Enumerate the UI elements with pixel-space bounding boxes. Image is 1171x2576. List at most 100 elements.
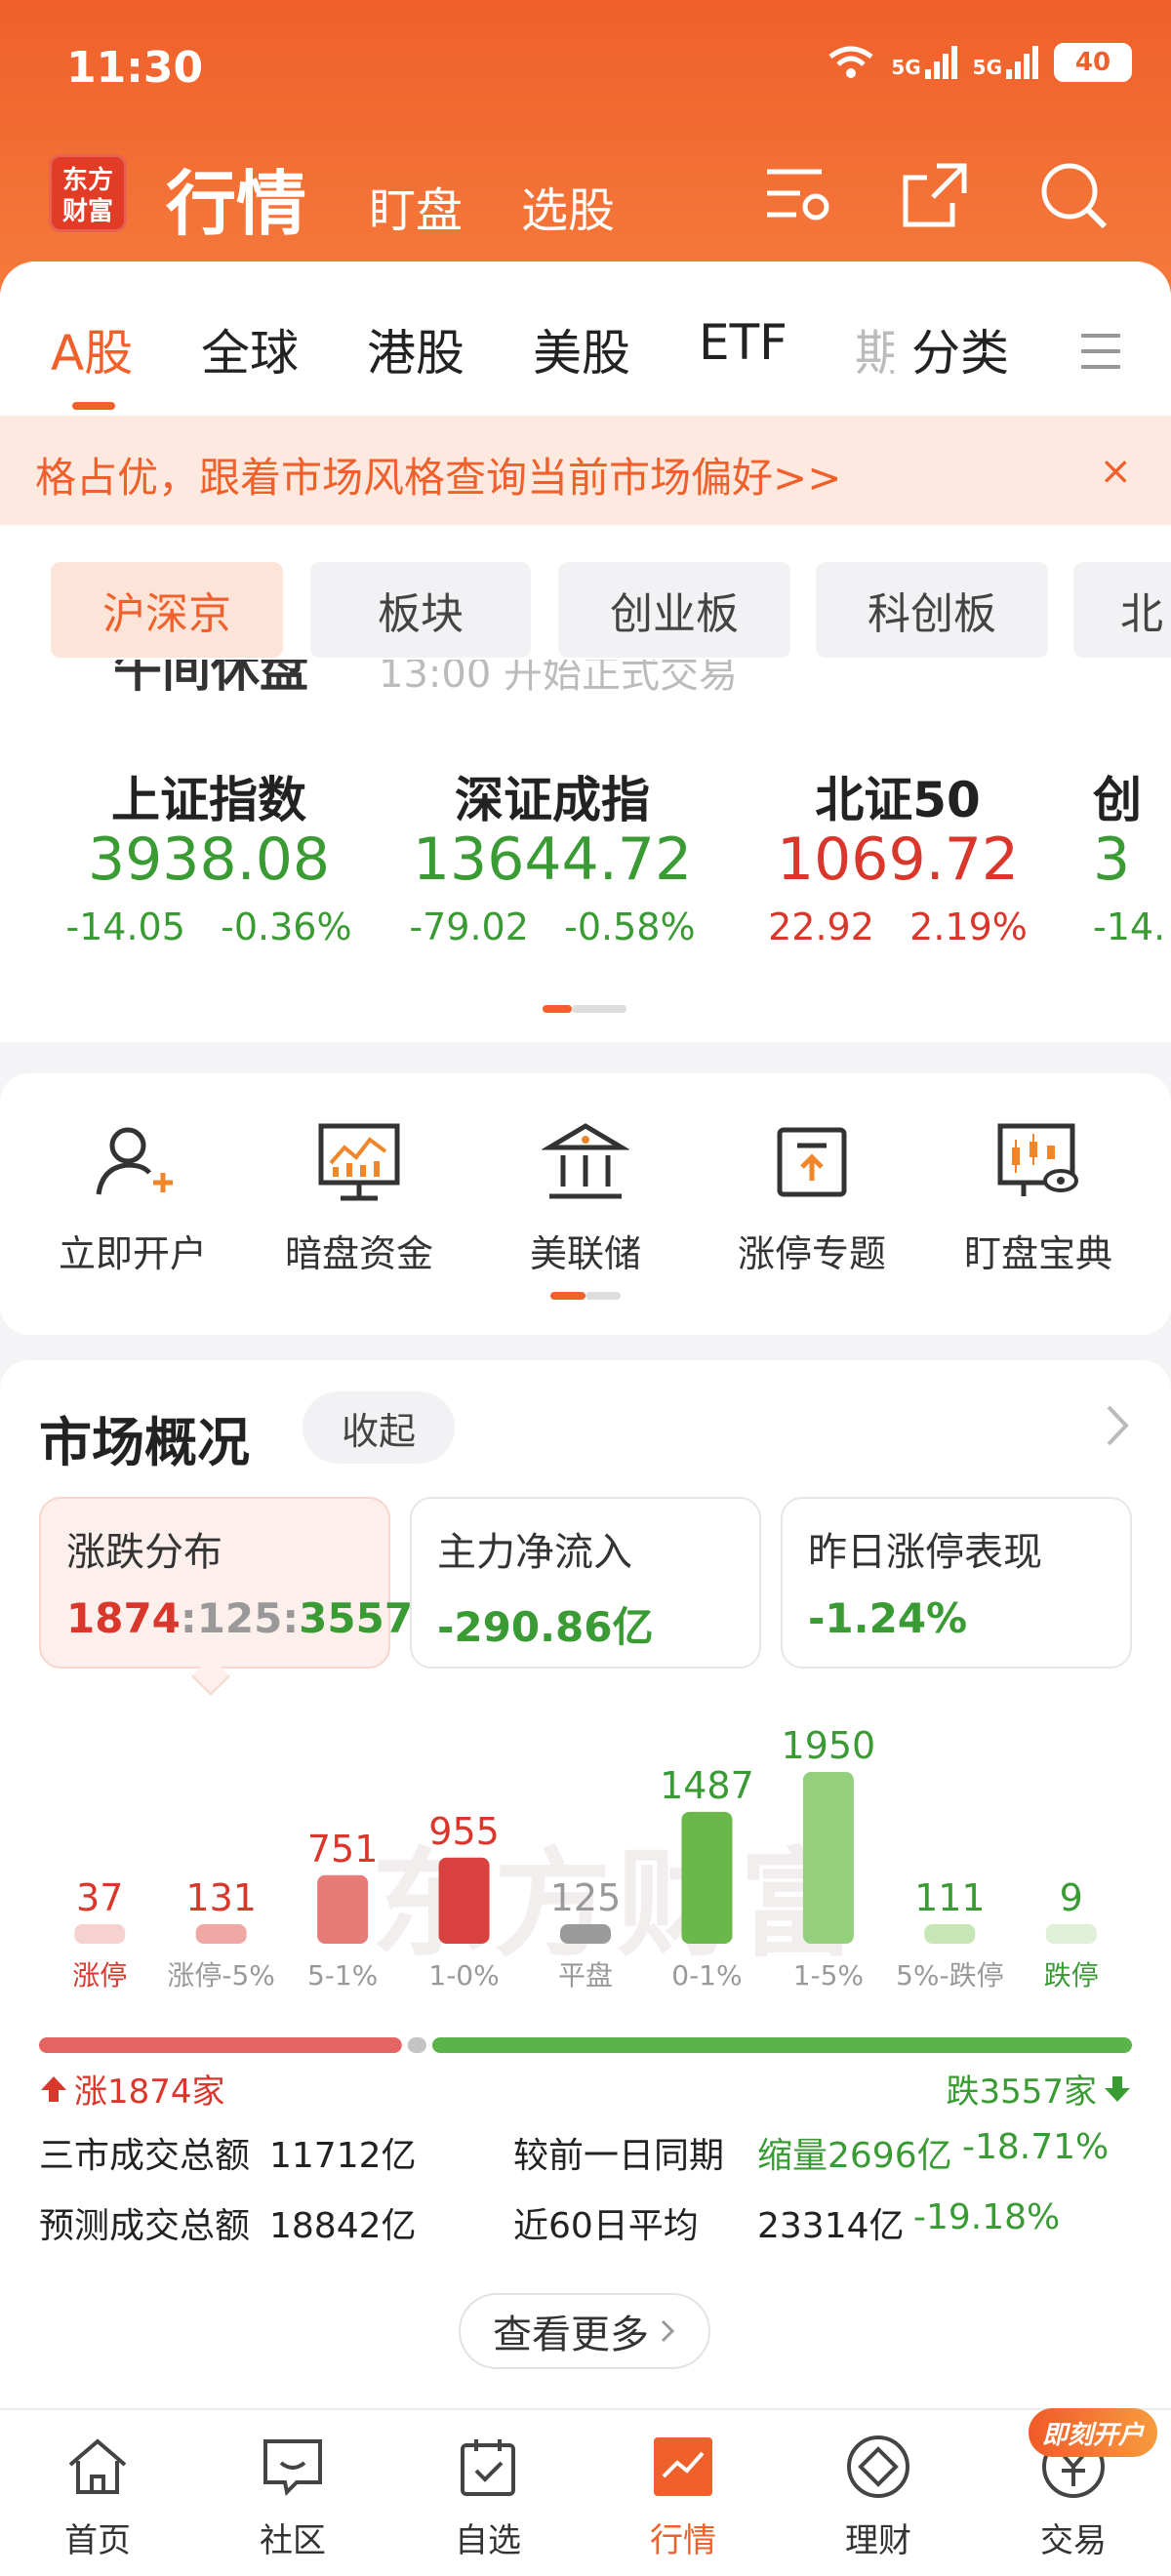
chat-icon (263, 2439, 322, 2497)
market-overview: 市场概况 收起 涨跌分布 1874:125:3557 主力净流入 -290.86… (0, 1360, 1171, 2408)
chart-value-label: 955 (428, 1810, 500, 1853)
arrow-up-icon (41, 2075, 66, 2102)
chart-value-label: 131 (185, 1876, 257, 1919)
diamond-icon (847, 2435, 909, 2498)
tool-dark-pool[interactable]: 暗盘资金 (262, 1118, 457, 1277)
app-logo[interactable]: 东方 财富 (49, 154, 127, 232)
battery-icon: 40 (1054, 43, 1132, 82)
chart-bar (195, 1924, 247, 1944)
nav-stock-picker[interactable]: 选股 (521, 172, 615, 240)
chart-category-label: 1-0% (428, 1959, 499, 1992)
chart-bar (802, 1772, 854, 1944)
bank-icon (540, 1123, 631, 1199)
chart-bar (438, 1857, 490, 1944)
active-tab-indicator (72, 402, 115, 410)
tool-open-account[interactable]: 立即开户 (35, 1118, 230, 1277)
close-icon[interactable]: × (1099, 449, 1132, 494)
status-bar: 11:30 5G 5G 40 (0, 0, 1171, 137)
checklist-icon (461, 2439, 515, 2496)
tool-limit-up[interactable]: 涨停专题 (714, 1118, 909, 1277)
card-main-inflow[interactable]: 主力净流入 -290.86亿 (410, 1497, 761, 1669)
monitor-chart-icon (318, 1123, 400, 1201)
tool-watch-guide[interactable]: 盯盘宝典 (941, 1118, 1136, 1277)
distribution-chart: 东方财富 37 涨停 131 涨停-5% 751 5-1% 955 1-0% 125 平盘 1487… (0, 1702, 1171, 2014)
collapse-button[interactable]: 收起 (303, 1391, 455, 1464)
candlestick-eye-icon (997, 1123, 1078, 1196)
promo-banner[interactable]: 格占优，跟着市场风格查询当前市场偏好>> × (0, 416, 1171, 525)
card-limit-up-perf[interactable]: 昨日涨停表现 -1.24% (781, 1497, 1132, 1669)
view-more-button[interactable]: 查看更多 (459, 2293, 710, 2369)
chart-value-label: 9 (1060, 1876, 1083, 1919)
chart-value-label: 1487 (660, 1764, 754, 1807)
chart-value-label: 1950 (782, 1724, 876, 1767)
app-header: 11:30 5G 5G 40 东方 财富 行情 盯盘 选股 (0, 0, 1171, 293)
chart-category-label: 涨停-5% (167, 1959, 275, 1992)
overview-cards: 涨跌分布 1874:125:3557 主力净流入 -290.86亿 昨日涨停表现… (39, 1497, 1132, 1696)
bottom-nav: 首页 社区 自选 行情 理财 交易 (0, 2408, 1171, 2576)
arrow-down-icon (1105, 2075, 1130, 2102)
turnover-stats: 三市成交总额 11712亿 较前一日同期 缩量2696亿 -18.71% 预测成… (39, 2127, 1142, 2283)
status-icons: 5G 5G 40 (827, 43, 1132, 82)
nav-watch[interactable]: 盯盘 (369, 172, 463, 240)
ratio-flat-segment (407, 2037, 426, 2053)
index-card[interactable]: 北证50 1069.72 22.92 2.19% (732, 761, 1064, 948)
share-icon[interactable] (898, 158, 972, 232)
tab-etf[interactable]: ETF (699, 314, 787, 371)
chart-category-label: 0-1% (671, 1959, 742, 1992)
subtab-star[interactable]: 科创板 (816, 562, 1048, 658)
nav-watchlist[interactable]: 自选 (390, 2432, 586, 2561)
chart-bar (560, 1924, 611, 1944)
chevron-right-icon[interactable] (1103, 1401, 1132, 1450)
tab-hk[interactable]: 港股 (367, 314, 464, 384)
chart-bar (924, 1924, 976, 1944)
market-tabs: A股 全球 港股 美股 ETF 期 分类 (0, 314, 1171, 412)
signal-2: 5G (973, 46, 1038, 79)
nav-wealth[interactable]: 理财 (781, 2432, 976, 2561)
open-account-badge[interactable]: 即刻开户 (1029, 2408, 1157, 2457)
tab-global[interactable]: 全球 (201, 314, 299, 384)
chart-category-label: 跌停 (1044, 1959, 1099, 1992)
index-card[interactable]: 深证成指 13644.72 -79.02 -0.58% (386, 761, 718, 948)
signal-bars-icon (1006, 46, 1038, 79)
subtab-bj[interactable]: 北 (1073, 562, 1171, 658)
index-card[interactable]: 上证指数 3938.08 -14.05 -0.36% (43, 761, 375, 948)
ratio-up-segment (39, 2037, 402, 2053)
quick-tools: 立即开户 暗盘资金 美联储 涨停专题 盯盘宝典 (0, 1073, 1171, 1335)
nav-community[interactable]: 社区 (195, 2432, 390, 2561)
up-count-label: 涨1874家 (74, 2073, 225, 2112)
index-pager (543, 1005, 626, 1013)
down-count-label: 跌3557家 (946, 2073, 1097, 2112)
menu-icon[interactable] (1079, 332, 1122, 371)
nav-market[interactable]: 行情 (586, 2432, 781, 2561)
subtab-chinext[interactable]: 创业板 (558, 562, 790, 658)
status-time: 11:30 (66, 43, 204, 93)
signal-1: 5G (891, 46, 957, 79)
index-card[interactable]: 创 3 -14. (1093, 761, 1171, 948)
tab-futures[interactable]: 期 (855, 314, 894, 384)
chart-category-label: 平盘 (558, 1959, 613, 1992)
tab-category[interactable]: 分类 (911, 314, 1009, 384)
tool-fed[interactable]: 美联储 (488, 1118, 683, 1277)
subtab-sector[interactable]: 板块 (310, 562, 531, 658)
chevron-right-icon (661, 2319, 675, 2343)
tab-a-shares[interactable]: A股 (51, 314, 133, 384)
chart-bar (317, 1874, 369, 1944)
card-up-down-dist[interactable]: 涨跌分布 1874:125:3557 (39, 1497, 413, 1669)
tab-us[interactable]: 美股 (533, 314, 630, 384)
chart-category-label: 5%-跌停 (896, 1959, 1004, 1992)
banner-text[interactable]: 格占优，跟着市场风格查询当前市场偏好>> (35, 445, 841, 504)
turnover-row: 三市成交总额 11712亿 较前一日同期 缩量2696亿 -18.71% (39, 2127, 1110, 2176)
chart-value-label: 37 (76, 1876, 123, 1919)
section-title: 市场概况 (39, 1412, 250, 1473)
subtab-shsz[interactable]: 沪深京 (51, 562, 283, 658)
nav-home[interactable]: 首页 (0, 2432, 195, 2561)
turnover-row: 预测成交总额 18842亿 近60日平均 23314亿 -19.18% (39, 2197, 1061, 2246)
chart-value-label: 111 (914, 1876, 986, 1919)
chart-category-label: 5-1% (307, 1959, 378, 1992)
ratio-labels: 涨1874家 跌3557家 (39, 2065, 1132, 2112)
index-row: 上证指数 3938.08 -14.05 -0.36% 深证成指 13644.72… (0, 761, 1171, 986)
settings-list-icon[interactable] (761, 158, 835, 232)
top-nav: 东方 财富 行情 盯盘 选股 (0, 146, 1171, 245)
chart-value-label: 125 (550, 1876, 622, 1919)
search-icon[interactable] (1036, 158, 1110, 232)
